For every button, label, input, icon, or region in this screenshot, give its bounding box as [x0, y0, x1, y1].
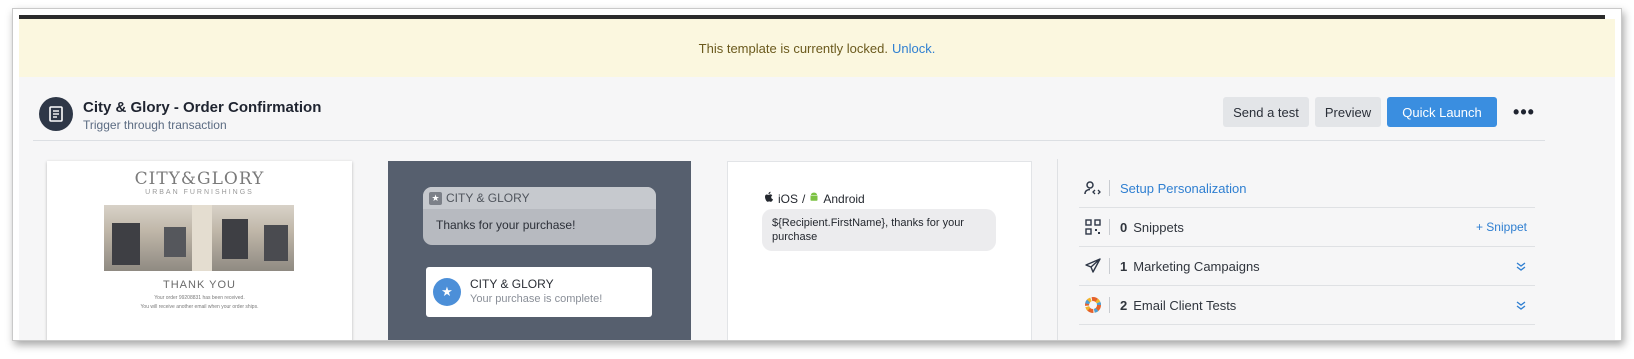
more-options-icon[interactable]: ••• [1509, 97, 1539, 127]
column-divider [1057, 159, 1058, 340]
user-code-icon [1079, 176, 1107, 200]
app-window: This template is currently locked. Unloc… [12, 8, 1622, 341]
chevron-down-icon[interactable] [1515, 260, 1527, 272]
app-star-icon: ★ [429, 191, 442, 205]
email-hero-image [104, 205, 294, 271]
document-icon [39, 97, 73, 131]
push-app-name: CITY & GLORY [470, 277, 554, 291]
brand-tagline: URBAN FURNISHINGS [145, 189, 254, 196]
snippet-icon [1079, 215, 1107, 239]
message-bubble: ${Recipient.FirstName}, thanks for your … [762, 209, 996, 251]
order-received-text: Your order 99208831 has been received. [154, 295, 245, 301]
order-ship-text: You will receive another email when your… [140, 304, 259, 310]
android-label: Android [823, 191, 865, 206]
locked-banner: This template is currently locked. Unloc… [19, 19, 1615, 77]
push-notification-ios: ★ CITY & GLORY Thanks for your purchase! [423, 187, 656, 245]
send-test-button[interactable]: Send a test [1223, 97, 1309, 127]
email-preview-card[interactable]: CITY&GLORY URBAN FURNISHINGS THANK YOU Y… [47, 161, 352, 340]
page-subtitle: Trigger through transaction [83, 118, 227, 132]
platform-separator: / [802, 191, 806, 206]
campaigns-count: 1 [1120, 258, 1128, 274]
ios-label: iOS [778, 191, 799, 206]
push-preview-panel[interactable]: ★ CITY & GLORY Thanks for your purchase!… [388, 161, 691, 340]
setup-personalization-link[interactable]: Setup Personalization [1120, 181, 1246, 196]
thank-you-heading: THANK YOU [163, 279, 236, 291]
apple-icon [764, 191, 774, 206]
tests-count: 2 [1120, 297, 1128, 313]
sms-preview-card[interactable]: iOS / Android ${Recipient.FirstName}, th… [727, 161, 1032, 340]
push-notification-android: ★ CITY & GLORY Your purchase is complete… [426, 267, 652, 317]
add-snippet-button[interactable]: + Snippet [1476, 220, 1527, 234]
setup-personalization-row[interactable]: Setup Personalization [1079, 169, 1535, 208]
color-wheel-icon [1079, 293, 1107, 317]
unlock-link[interactable]: Unlock. [892, 41, 935, 56]
campaigns-label: Marketing Campaigns [1133, 258, 1260, 274]
push-message: Your purchase is complete! [470, 293, 603, 305]
page-title: City & Glory - Order Confirmation [83, 99, 322, 116]
preview-area: CITY&GLORY URBAN FURNISHINGS THANK YOU Y… [19, 141, 1615, 340]
marketing-campaigns-row[interactable]: 1 Marketing Campaigns [1079, 247, 1535, 286]
brand-logo: CITY&GLORY [134, 169, 265, 189]
platform-label: iOS / Android [764, 191, 865, 206]
push-message: Thanks for your purchase! [436, 218, 576, 232]
android-icon [809, 191, 819, 206]
chevron-down-icon[interactable] [1515, 299, 1527, 311]
snippets-label: Snippets [1133, 219, 1184, 235]
locked-message: This template is currently locked. [698, 40, 888, 56]
push-app-name: CITY & GLORY [446, 191, 530, 205]
snippets-row[interactable]: 0 Snippets + Snippet [1079, 208, 1535, 247]
preview-button[interactable]: Preview [1315, 97, 1381, 127]
app-star-icon: ★ [433, 278, 461, 306]
quick-launch-button[interactable]: Quick Launch [1387, 97, 1497, 127]
email-client-tests-row[interactable]: 2 Email Client Tests [1079, 286, 1535, 325]
snippets-count: 0 [1120, 219, 1128, 235]
tests-label: Email Client Tests [1133, 297, 1237, 313]
paper-plane-icon [1079, 254, 1107, 278]
